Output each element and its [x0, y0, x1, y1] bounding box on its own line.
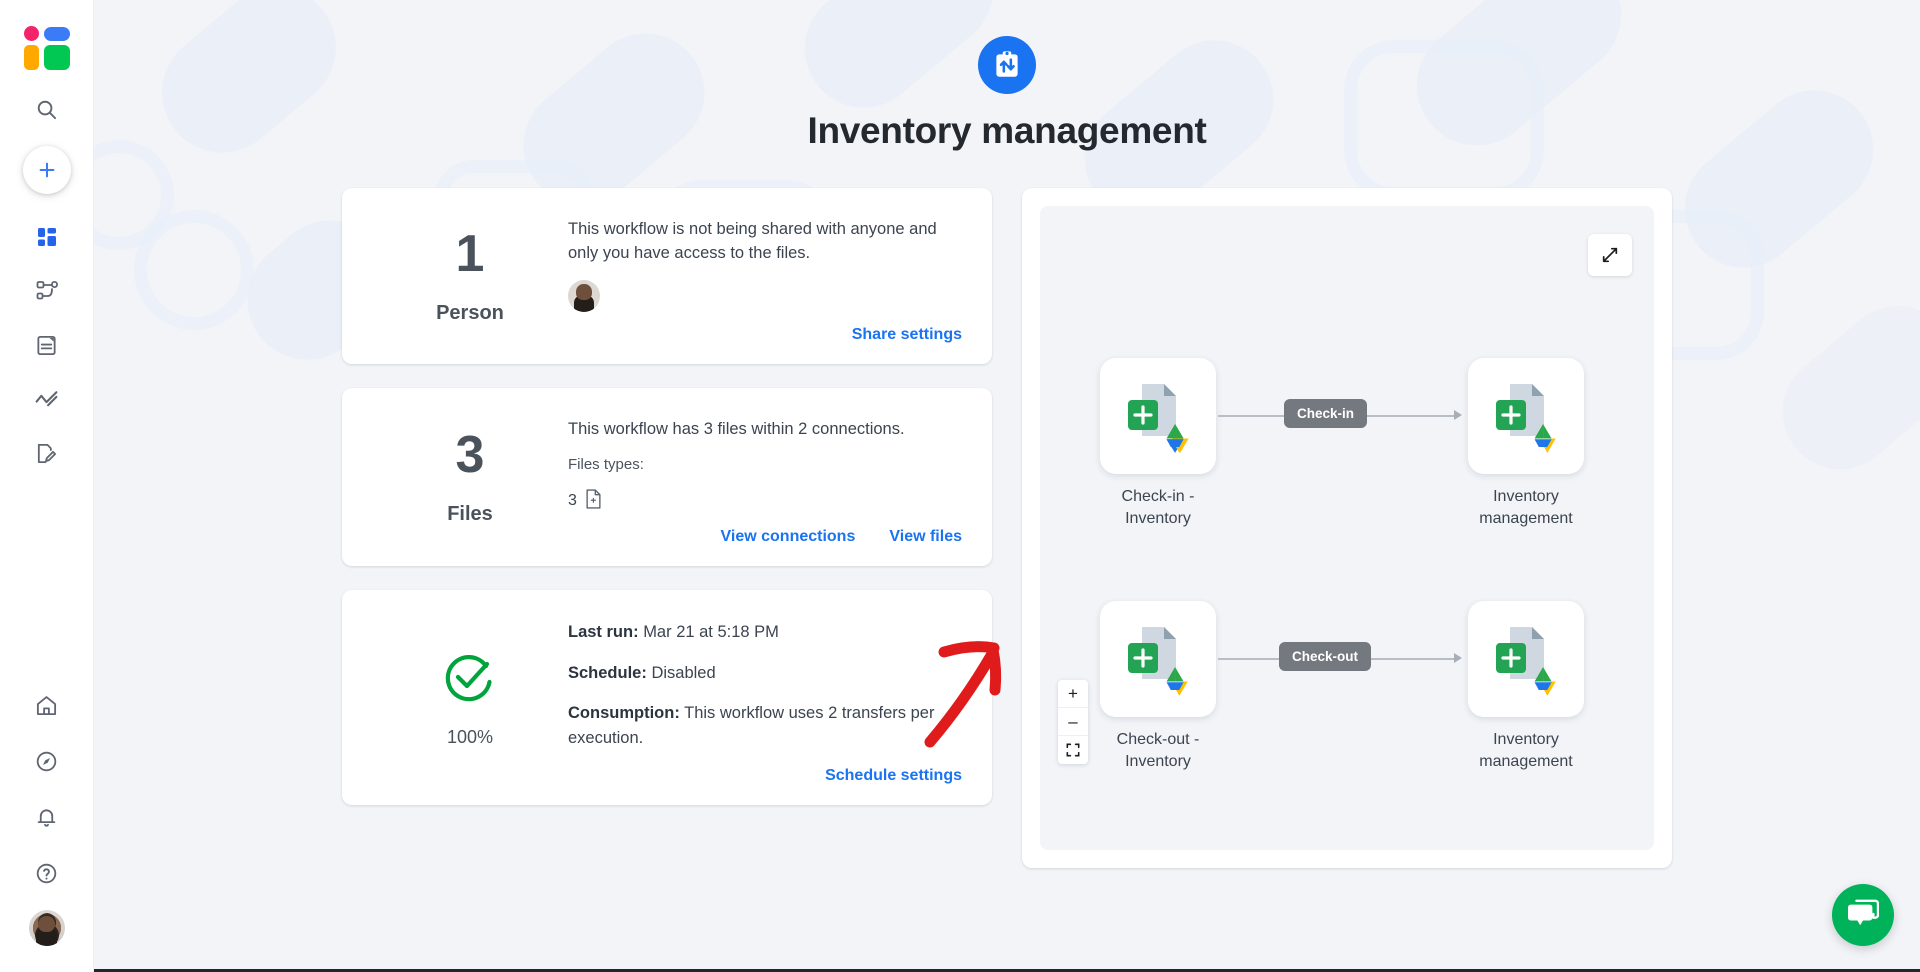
schedule-key: Schedule:	[568, 663, 647, 682]
people-unit: Person	[436, 302, 504, 325]
logo-pill	[43, 27, 70, 41]
expand-diagram-button[interactable]	[1588, 234, 1632, 276]
sidebar-item-templates[interactable]	[24, 430, 70, 476]
sidebar-item-explore[interactable]	[24, 738, 70, 784]
files-card: 3 Files This workflow has 3 files within…	[342, 387, 992, 566]
status-body: Last run: Mar 21 at 5:18 PM Schedule: Di…	[568, 612, 962, 785]
people-card: 1 Person This workflow is not being shar…	[342, 188, 992, 364]
files-description: This workflow has 3 files within 2 conne…	[568, 419, 905, 438]
fit-view-button[interactable]	[1058, 736, 1088, 764]
files-count: 3	[455, 426, 485, 485]
success-percent: 100%	[446, 727, 494, 748]
view-connections-link[interactable]: View connections	[721, 528, 856, 546]
files-body: This workflow has 3 files within 2 conne…	[568, 410, 962, 546]
search-icon[interactable]	[24, 86, 70, 132]
last-run-key: Last run:	[568, 622, 639, 641]
google-sheets-drive-file-icon	[1100, 601, 1216, 717]
diagram-node-target-1[interactable]: Inventory management	[1468, 358, 1584, 531]
last-run-row: Last run: Mar 21 at 5:18 PM	[568, 620, 962, 645]
people-description: This workflow is not being shared with a…	[568, 220, 937, 262]
schedule-settings-link[interactable]: Schedule settings	[825, 767, 962, 785]
people-stat: 1 Person	[372, 210, 568, 344]
sidebar-avatar[interactable]	[28, 910, 65, 946]
summary-cards-column: 1 Person This workflow is not being shar…	[342, 188, 992, 868]
schedule-row: Schedule: Disabled	[568, 661, 962, 686]
google-sheets-drive-file-icon	[1468, 601, 1584, 717]
sheets-file-icon	[585, 489, 602, 514]
diagram-node-source-2[interactable]: Check-out - Inventory	[1100, 601, 1216, 774]
files-type-count: 3	[568, 492, 577, 510]
diagram-edge-arrow-1	[1454, 410, 1462, 420]
diagram-edge-label-1[interactable]: Check-in	[1284, 399, 1368, 428]
files-stat: 3 Files	[372, 410, 568, 546]
status-actions: Schedule settings	[568, 767, 962, 785]
status-card: 100% Last run: Mar 21 at 5:18 PM Schedul…	[342, 589, 992, 805]
last-run-value: Mar 21 at 5:18 PM	[643, 622, 779, 641]
schedule-value: Disabled	[651, 663, 716, 682]
success-check-icon	[440, 648, 500, 713]
people-body: This workflow is not being shared with a…	[568, 210, 962, 344]
zoom-controls: + –	[1058, 680, 1088, 764]
diagram-node-label: Inventory management	[1479, 488, 1573, 528]
zoom-out-button[interactable]: –	[1058, 708, 1088, 736]
sidebar-item-dashboard[interactable]	[24, 214, 70, 260]
consumption-key: Consumption:	[568, 704, 680, 723]
sidebar-item-analytics[interactable]	[24, 376, 70, 422]
diagram-node-target-2[interactable]: Inventory management	[1468, 601, 1584, 774]
files-types-label: Files types:	[568, 455, 644, 473]
logo-bar	[23, 45, 39, 70]
create-new-button[interactable]	[22, 146, 71, 194]
diagram-node-source-1[interactable]: Check-in - Inventory	[1100, 358, 1216, 531]
people-count: 1	[455, 225, 485, 284]
files-unit: Files	[447, 503, 493, 526]
status-stat: 100%	[372, 612, 568, 785]
clipboard-transfer-icon	[978, 36, 1036, 94]
avatar[interactable]	[568, 279, 600, 312]
app-root: Inventory management 1 Person This workf…	[0, 0, 1920, 972]
app-logo[interactable]	[23, 26, 70, 70]
workflow-canvas[interactable]: Check-in - Inventory Check-in Inventory …	[1040, 206, 1654, 850]
left-sidebar	[0, 0, 94, 972]
workflow-diagram-card: Check-in - Inventory Check-in Inventory …	[1022, 188, 1672, 868]
diagram-node-label: Inventory management	[1479, 731, 1573, 771]
diagram-edge-arrow-2	[1454, 653, 1462, 663]
diagram-node-label: Check-in - Inventory	[1121, 488, 1195, 528]
page-title: Inventory management	[807, 110, 1207, 151]
view-files-link[interactable]: View files	[889, 528, 962, 546]
logo-square	[43, 45, 70, 70]
dashboard-columns: 1 Person This workflow is not being shar…	[94, 188, 1920, 868]
files-type-row: 3	[568, 489, 962, 514]
page-header: Inventory management	[94, 0, 1920, 152]
chat-bubbles-icon	[1847, 898, 1880, 933]
sidebar-item-help[interactable]	[24, 850, 70, 896]
diagram-column: Check-in - Inventory Check-in Inventory …	[1022, 188, 1672, 868]
sidebar-item-notifications[interactable]	[24, 794, 70, 840]
diagram-edge-label-2[interactable]: Check-out	[1279, 642, 1372, 671]
files-actions: View connections View files	[568, 528, 963, 546]
sidebar-item-logs[interactable]	[24, 322, 70, 368]
logo-dot	[23, 26, 39, 41]
share-settings-link[interactable]: Share settings	[852, 326, 962, 344]
google-sheets-drive-file-icon	[1468, 358, 1584, 474]
sidebar-item-workflows[interactable]	[24, 268, 70, 314]
consumption-row: Consumption: This workflow uses 2 transf…	[568, 701, 962, 751]
main-area: Inventory management 1 Person This workf…	[94, 0, 1920, 972]
diagram-node-label: Check-out - Inventory	[1116, 731, 1200, 771]
chat-support-button[interactable]	[1832, 884, 1894, 946]
people-actions: Share settings	[568, 326, 962, 344]
sidebar-item-home[interactable]	[24, 682, 70, 728]
google-sheets-drive-file-icon	[1100, 358, 1216, 474]
zoom-in-button[interactable]: +	[1058, 680, 1088, 708]
